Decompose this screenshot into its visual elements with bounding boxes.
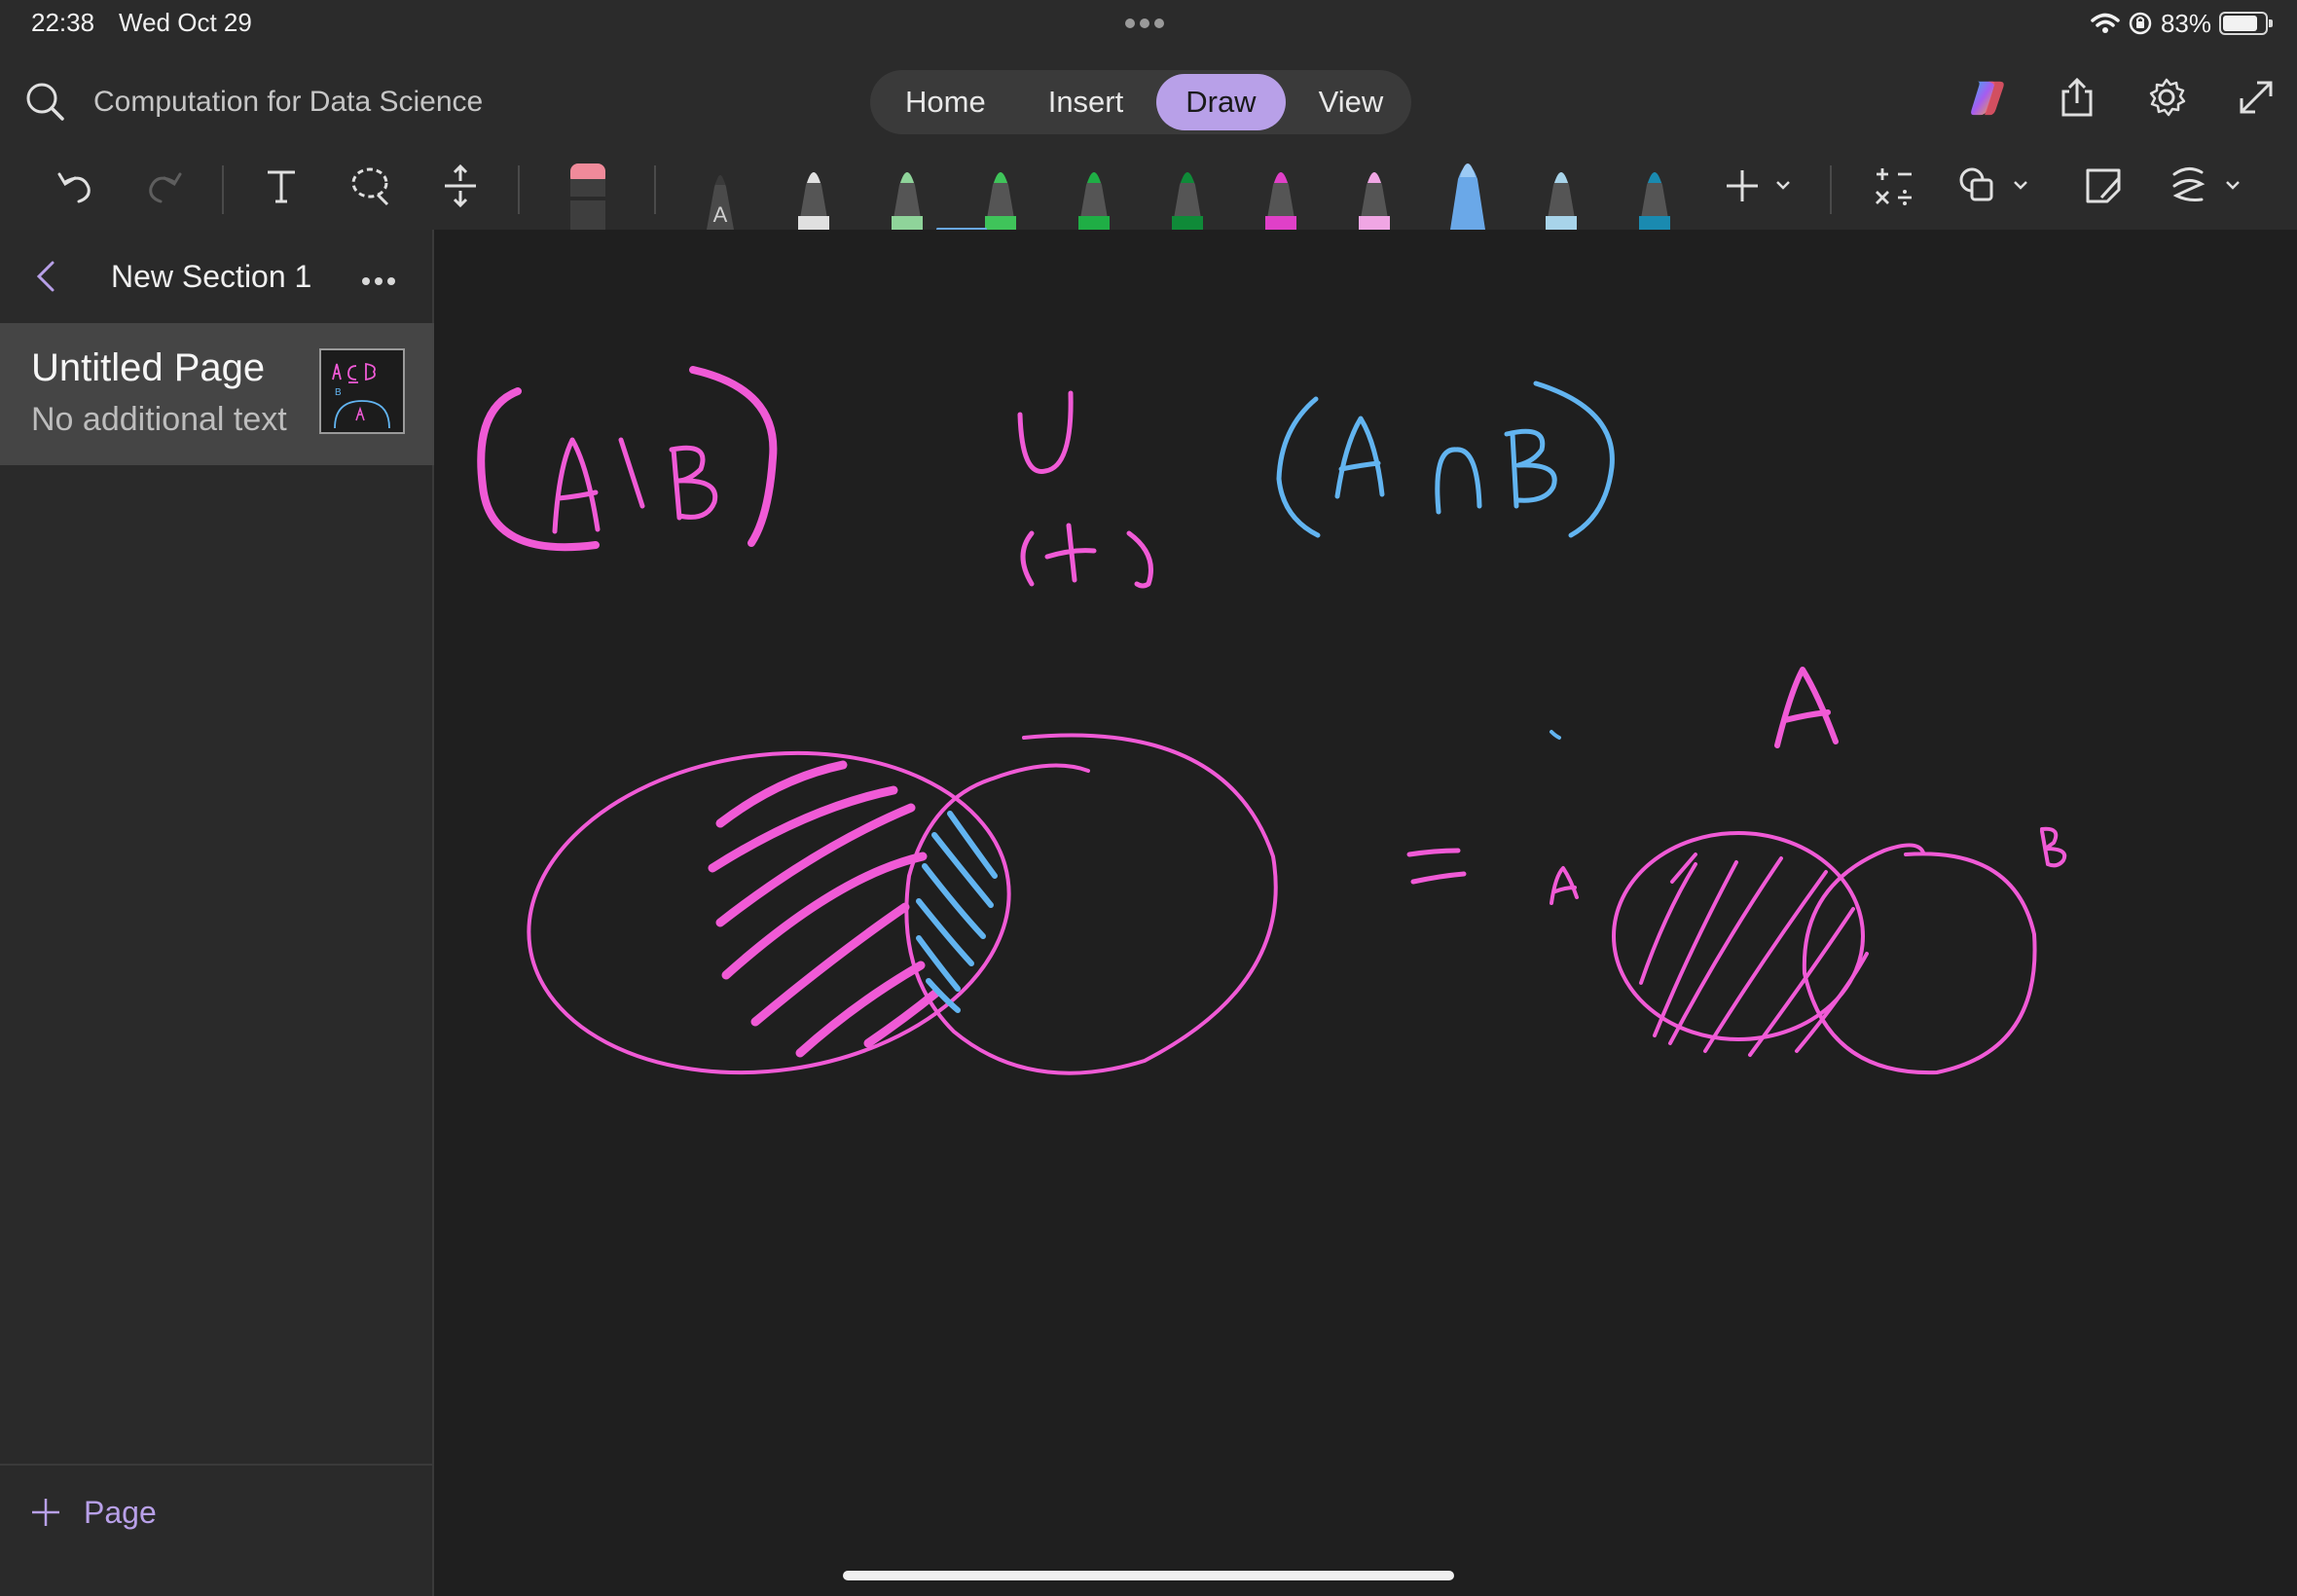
page-thumbnail: B: [319, 348, 405, 434]
battery-percent: 83%: [2160, 8, 2211, 38]
page-list-item[interactable]: Untitled Page No additional text B: [0, 323, 434, 465]
pen-light-green[interactable]: [886, 160, 929, 230]
page-item-title: Untitled Page: [31, 346, 266, 389]
drawing-canvas[interactable]: [436, 230, 2297, 1596]
undo-icon[interactable]: [51, 162, 99, 210]
pen-white[interactable]: [792, 160, 835, 230]
tab-draw[interactable]: Draw: [1156, 74, 1286, 130]
ruler-icon[interactable]: [2169, 162, 2246, 210]
add-space-icon[interactable]: [436, 162, 485, 210]
settings-gear-icon[interactable]: [2145, 76, 2188, 119]
home-indicator[interactable]: [843, 1571, 1454, 1580]
pen-mid-green[interactable]: [1073, 160, 1115, 230]
pen-dark-green[interactable]: [1166, 160, 1209, 230]
back-chevron-icon[interactable]: [29, 259, 64, 294]
battery-icon: [2219, 12, 2273, 35]
section-more-icon[interactable]: [362, 272, 401, 285]
wifi-icon: [2091, 13, 2120, 33]
search-icon[interactable]: [23, 80, 66, 123]
orientation-lock-icon: [2129, 12, 2152, 35]
multitasking-dots-icon[interactable]: [1125, 16, 1172, 29]
status-time: 22:38: [31, 8, 95, 37]
ribbon-tabs: Home Insert Draw View: [870, 70, 1411, 134]
plus-icon: [32, 1499, 59, 1526]
pen-teal[interactable]: [1633, 160, 1676, 230]
add-page-button[interactable]: Page: [29, 1491, 157, 1534]
math-icon[interactable]: [1867, 162, 1921, 210]
pen-pink[interactable]: [1353, 160, 1396, 230]
page-list-sidebar: New Section 1 Untitled Page No additiona…: [0, 230, 434, 1596]
status-date: Wed Oct 29: [119, 8, 252, 37]
ink-to-shape-icon[interactable]: [2079, 162, 2128, 210]
tab-view[interactable]: View: [1290, 74, 1413, 130]
shapes-icon[interactable]: [1956, 162, 2034, 210]
pen-magenta[interactable]: [1259, 160, 1302, 230]
svg-text:B: B: [335, 387, 342, 398]
eraser-icon[interactable]: [566, 160, 609, 230]
share-icon[interactable]: [2056, 76, 2098, 119]
status-indicators: 83%: [2091, 8, 2273, 39]
fullscreen-expand-icon[interactable]: [2235, 76, 2278, 119]
notebook-title[interactable]: Computation for Data Science: [93, 86, 483, 119]
add-page-label: Page: [84, 1494, 157, 1530]
status-bar: 22:38 Wed Oct 29 83%: [0, 0, 2297, 47]
add-pen-icon[interactable]: [1721, 162, 1799, 210]
svg-text:A: A: [713, 202, 728, 227]
tab-insert[interactable]: Insert: [1019, 74, 1153, 130]
redo-icon[interactable]: [140, 162, 189, 210]
text-icon[interactable]: [257, 162, 306, 210]
sidebar-divider: [0, 1464, 434, 1466]
pen-text[interactable]: A: [699, 160, 742, 230]
pen-light-blue[interactable]: [1540, 160, 1583, 230]
pen-green[interactable]: [979, 160, 1022, 230]
copilot-icon[interactable]: [1966, 76, 2009, 119]
pen-blue-highlighter[interactable]: [1446, 150, 1489, 230]
draw-toolbar: A: [0, 146, 2297, 231]
lasso-icon[interactable]: [346, 162, 395, 210]
tab-home[interactable]: Home: [876, 74, 1015, 130]
section-title[interactable]: New Section 1: [111, 259, 311, 295]
page-item-subtitle: No additional text: [31, 401, 287, 438]
app-header: 22:38 Wed Oct 29 83% Computation for Dat…: [0, 0, 2297, 231]
section-header: New Section 1: [0, 230, 434, 323]
